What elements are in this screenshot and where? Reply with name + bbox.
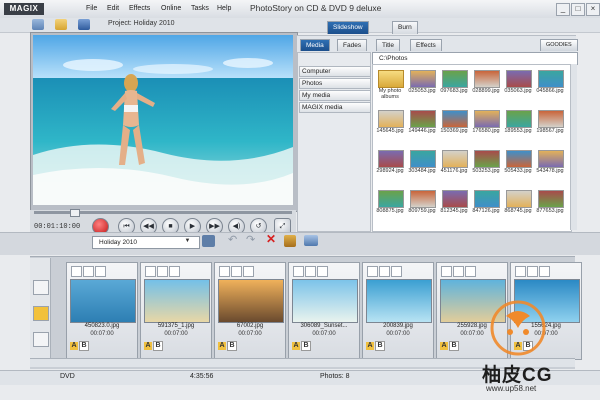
slide-option-icon[interactable] <box>379 266 390 277</box>
slide-duration[interactable]: 00:07:00 <box>141 331 211 337</box>
slide-caption: 591375_1.jpg <box>157 323 195 329</box>
slide-thumbnail[interactable] <box>144 279 210 323</box>
a-marker[interactable]: A <box>440 342 448 350</box>
slide-option-icon[interactable] <box>465 266 476 277</box>
slide-caption: 306089_Sunset... <box>300 323 348 329</box>
slide-caption: 200839.jpg <box>383 323 413 329</box>
timeline-slide[interactable]: 591375_1.jpg 00:07:00 A B <box>140 262 212 360</box>
slide-option-icon[interactable] <box>527 266 538 277</box>
slide-option-icon[interactable] <box>145 266 156 277</box>
slide-thumbnail[interactable] <box>70 279 136 323</box>
ab-markers: AB <box>144 341 164 351</box>
slide-option-icon[interactable] <box>83 266 94 277</box>
slide-option-icon[interactable] <box>95 266 106 277</box>
slide-option-icon[interactable] <box>539 266 550 277</box>
slide-option-icon[interactable] <box>293 266 304 277</box>
b-marker[interactable]: B <box>227 341 237 351</box>
a-marker[interactable]: A <box>366 342 374 350</box>
slide-thumbnail[interactable] <box>218 279 284 323</box>
slide-option-icon[interactable] <box>231 266 242 277</box>
a-marker[interactable]: A <box>144 342 152 350</box>
timeline-slide[interactable]: 200839.jpg 00:07:00 A B <box>362 262 434 360</box>
ab-markers: AB <box>440 341 460 351</box>
ab-markers: AB <box>366 341 386 351</box>
disc-type: DVD <box>60 373 75 380</box>
b-marker[interactable]: B <box>449 341 459 351</box>
slide-option-icon[interactable] <box>169 266 180 277</box>
total-duration: 4:35:56 <box>190 373 214 380</box>
ab-markers: AB <box>70 341 90 351</box>
timeline-slide[interactable]: 450823.0.jpg 00:07:00 A B <box>66 262 138 360</box>
watermark-brand: 柚皮CG <box>482 365 553 386</box>
slide-option-icon[interactable] <box>453 266 464 277</box>
b-marker[interactable]: B <box>375 341 385 351</box>
ab-markers: AB <box>218 341 238 351</box>
a-marker[interactable]: A <box>292 342 300 350</box>
ab-markers: AB <box>292 341 312 351</box>
slide-duration[interactable]: 00:07:00 <box>215 331 285 337</box>
timeline-slide[interactable]: 306089_Sunset... 00:07:00 A B <box>288 262 360 360</box>
b-marker[interactable]: B <box>153 341 163 351</box>
a-marker[interactable]: A <box>70 342 78 350</box>
slide-caption: 450823.0.jpg <box>84 323 120 329</box>
slide-duration[interactable]: 00:07:00 <box>67 331 137 337</box>
slide-option-icon[interactable] <box>71 266 82 277</box>
b-marker[interactable]: B <box>301 341 311 351</box>
slide-option-icon[interactable] <box>305 266 316 277</box>
slide-option-icon[interactable] <box>317 266 328 277</box>
b-marker[interactable]: B <box>79 341 89 351</box>
slide-option-icon[interactable] <box>391 266 402 277</box>
watermark-url: www.up58.net <box>486 384 537 393</box>
slide-duration[interactable]: 00:07:00 <box>363 331 433 337</box>
timeline-slide[interactable]: 67002.jpg 00:07:00 A B <box>214 262 286 360</box>
slide-thumbnail[interactable] <box>366 279 432 323</box>
slide-caption: 67002.jpg <box>236 323 264 329</box>
slide-option-icon[interactable] <box>367 266 378 277</box>
a-marker[interactable]: A <box>218 342 226 350</box>
slide-duration[interactable]: 00:07:00 <box>289 331 359 337</box>
slide-option-icon[interactable] <box>441 266 452 277</box>
slide-option-icon[interactable] <box>219 266 230 277</box>
slide-option-icon[interactable] <box>157 266 168 277</box>
slide-option-icon[interactable] <box>243 266 254 277</box>
photo-count: Photos: 8 <box>320 373 350 380</box>
slide-thumbnail[interactable] <box>292 279 358 323</box>
slide-option-icon[interactable] <box>515 266 526 277</box>
